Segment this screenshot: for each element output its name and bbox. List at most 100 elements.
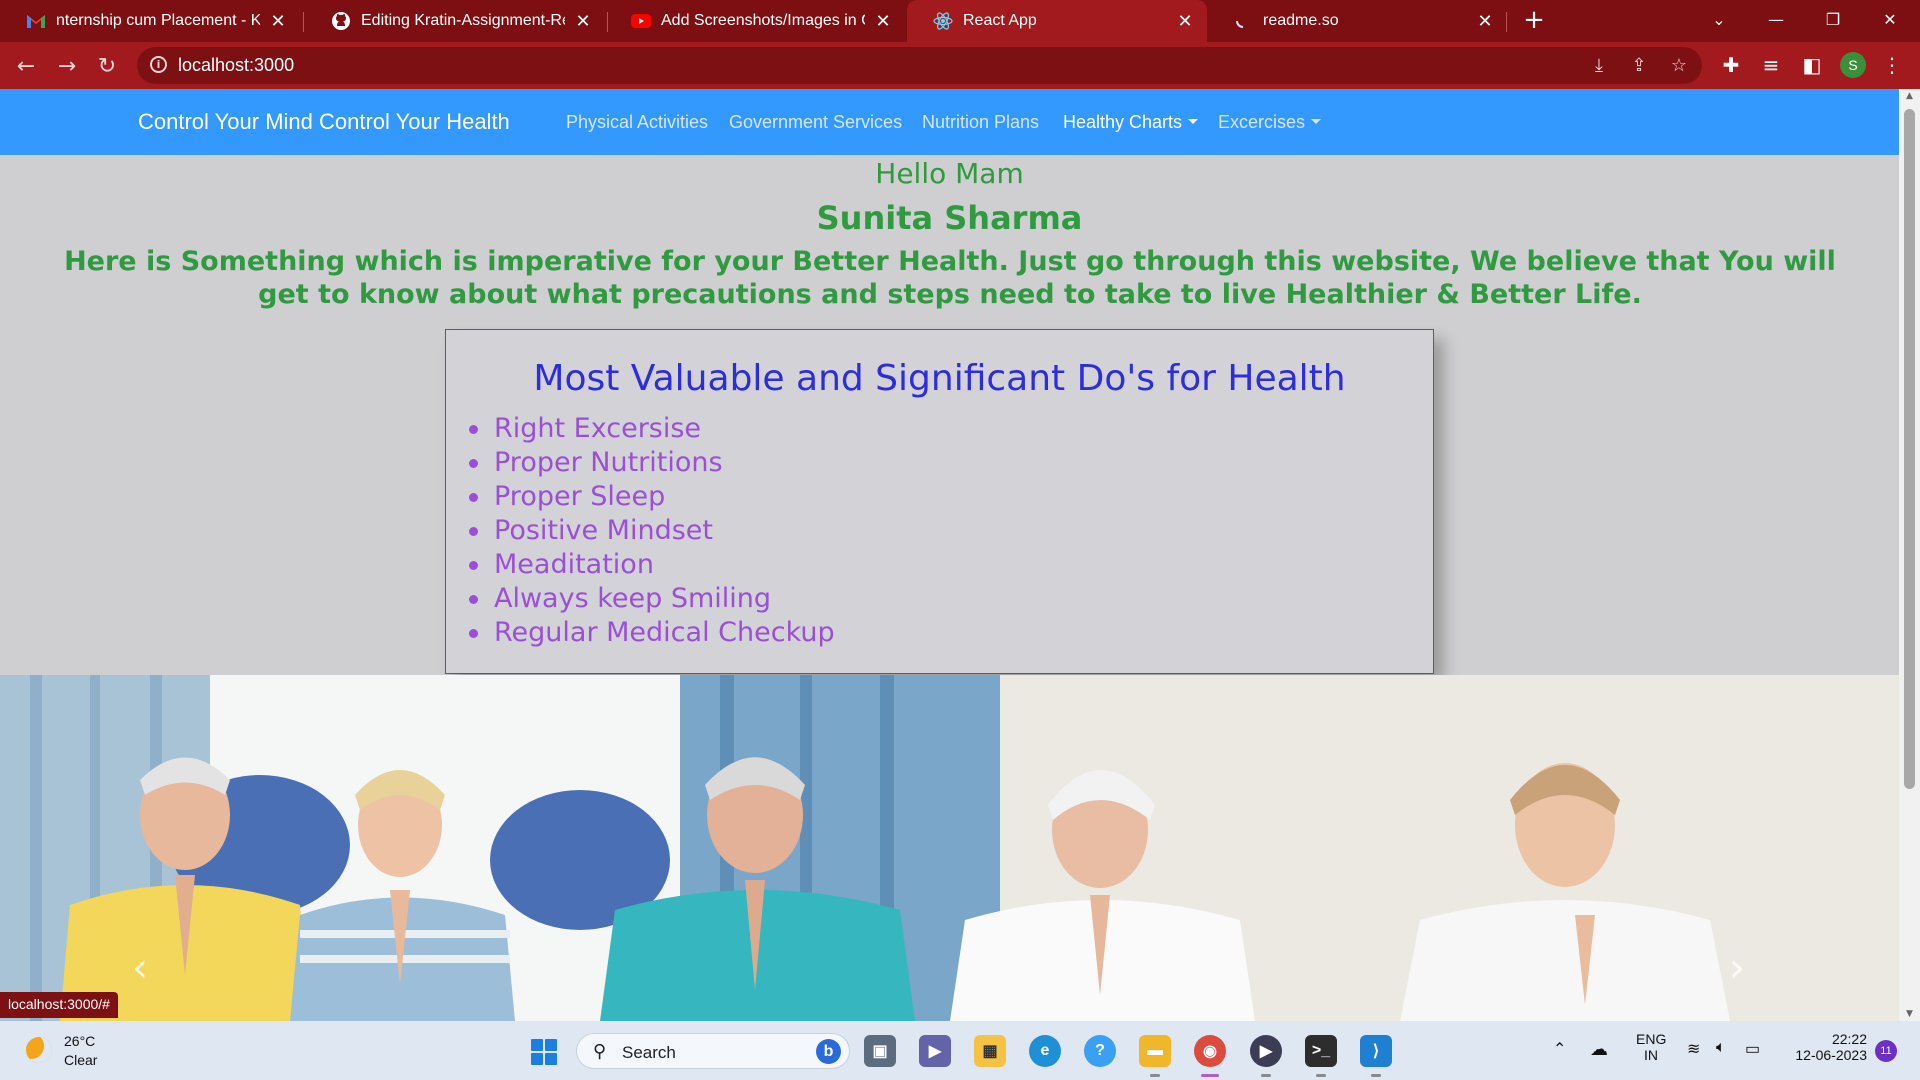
link-status-bubble: localhost:3000/# bbox=[0, 992, 118, 1018]
clock-date: 12-06-2023 bbox=[1795, 1047, 1867, 1063]
forward-icon[interactable]: → bbox=[51, 50, 83, 82]
chevron-up-icon[interactable]: ⌃ bbox=[1553, 1039, 1566, 1080]
nav-excercises-dropdown[interactable]: Excercises bbox=[1218, 112, 1322, 133]
menu-kebab-icon[interactable]: ⋮ bbox=[1877, 50, 1907, 80]
greeting-name: Sunita Sharma bbox=[816, 199, 1083, 237]
tab-react-app[interactable]: React App ✕ bbox=[907, 0, 1207, 42]
list-item: Right Excersise bbox=[466, 412, 835, 446]
windows-start-icon[interactable] bbox=[531, 1039, 557, 1065]
list-item-text: Proper Sleep bbox=[494, 481, 666, 512]
search-icon: ⚲ bbox=[593, 1041, 607, 1061]
tab-youtube[interactable]: Add Screenshots/Images in Githu ✕ bbox=[605, 0, 905, 42]
youtube-icon bbox=[631, 11, 651, 31]
close-icon[interactable]: ✕ bbox=[1175, 11, 1195, 32]
language-code: ENG bbox=[1636, 1031, 1667, 1047]
close-icon[interactable]: ✕ bbox=[1475, 11, 1495, 32]
tab-divider bbox=[303, 12, 304, 32]
scrollbar-thumb[interactable] bbox=[1904, 109, 1915, 789]
gmail-icon bbox=[26, 11, 46, 31]
bing-icon[interactable]: b bbox=[816, 1039, 841, 1064]
file-explorer-icon[interactable]: ▬ bbox=[1139, 1035, 1171, 1067]
microsoft-store-icon[interactable]: ▦ bbox=[974, 1035, 1006, 1067]
bullet-icon bbox=[469, 629, 478, 638]
bookmark-star-icon[interactable]: ☆ bbox=[1667, 54, 1691, 78]
bullet-icon bbox=[469, 527, 478, 536]
moon-weather-icon[interactable] bbox=[26, 1037, 52, 1063]
nav-nutrition-plans[interactable]: Nutrition Plans bbox=[922, 112, 1039, 133]
install-app-icon[interactable]: ⤓ bbox=[1587, 54, 1611, 78]
vscode-icon[interactable]: ⟩ bbox=[1360, 1035, 1392, 1067]
media-control-icon[interactable]: ≡ bbox=[1756, 50, 1786, 80]
battery-icon[interactable]: ▭ bbox=[1745, 1039, 1760, 1080]
tab-github[interactable]: Editing Kratin-Assignment-Repo/ ✕ bbox=[305, 0, 605, 42]
browser-toolbar: ← → ↻ i localhost:3000 ⤓ ⇪ ☆ bbox=[0, 42, 1920, 89]
window-close-icon[interactable]: ✕ bbox=[1862, 0, 1918, 38]
page-scrollbar[interactable]: ▲ ▼ bbox=[1899, 89, 1920, 1021]
nav-healthy-charts-dropdown[interactable]: Healthy Charts bbox=[1063, 112, 1199, 133]
list-item-text: Meaditation bbox=[494, 549, 654, 580]
weather-condition[interactable]: Clear bbox=[64, 1052, 97, 1068]
loading-icon bbox=[1233, 11, 1253, 31]
tab-title: nternship cum Placement - Kratin bbox=[56, 12, 260, 29]
tab-readme[interactable]: readme.so ✕ bbox=[1207, 0, 1507, 42]
close-icon[interactable]: ✕ bbox=[573, 11, 593, 32]
running-indicator bbox=[1150, 1074, 1160, 1077]
list-item: Positive Mindset bbox=[466, 514, 835, 548]
list-item: Proper Sleep bbox=[466, 480, 835, 514]
tab-title: Add Screenshots/Images in Githu bbox=[661, 12, 865, 29]
bullet-icon bbox=[469, 561, 478, 570]
site-info-icon[interactable]: i bbox=[150, 56, 167, 73]
bullet-icon bbox=[469, 459, 478, 468]
tab-gmail[interactable]: nternship cum Placement - Kratin ✕ bbox=[0, 0, 300, 42]
site-brand[interactable]: Control Your Mind Control Your Health bbox=[138, 109, 510, 135]
minimize-icon[interactable]: — bbox=[1748, 0, 1804, 38]
side-panel-icon[interactable]: ◧ bbox=[1797, 50, 1827, 80]
edge-icon[interactable]: e bbox=[1029, 1035, 1061, 1067]
task-view-icon[interactable]: ▣ bbox=[864, 1035, 896, 1067]
address-bar[interactable]: i localhost:3000 ⤓ ⇪ ☆ bbox=[137, 47, 1702, 84]
scroll-up-icon[interactable]: ▲ bbox=[1899, 91, 1920, 101]
dos-list: Right Excersise Proper Nutritions Proper… bbox=[466, 412, 835, 650]
notification-badge[interactable]: 11 bbox=[1875, 1040, 1897, 1062]
tab-strip: nternship cum Placement - Kratin ✕ Editi… bbox=[0, 0, 1920, 42]
tab-title: React App bbox=[963, 12, 1037, 29]
language-indicator[interactable]: ENG IN bbox=[1636, 1031, 1666, 1080]
restore-icon[interactable]: ❐ bbox=[1805, 0, 1861, 38]
terminal-icon[interactable]: >_ bbox=[1305, 1035, 1337, 1067]
volume-icon[interactable]: 🔈︎ bbox=[1716, 1039, 1726, 1080]
carousel-next-button[interactable]: › bbox=[1717, 945, 1757, 1005]
wifi-icon[interactable]: ≋ bbox=[1687, 1039, 1700, 1080]
region-code: IN bbox=[1644, 1047, 1658, 1063]
taskbar-search[interactable]: ⚲ Search b bbox=[576, 1033, 850, 1069]
share-icon[interactable]: ⇪ bbox=[1627, 54, 1651, 78]
media-player-icon[interactable]: ▶ bbox=[1250, 1035, 1282, 1067]
get-help-icon[interactable]: ? bbox=[1084, 1035, 1116, 1067]
reload-icon[interactable]: ↻ bbox=[91, 50, 123, 82]
search-label: Search bbox=[622, 1043, 676, 1062]
weather-temperature[interactable]: 26°C bbox=[64, 1033, 95, 1049]
carousel-prev-button[interactable]: ‹ bbox=[120, 945, 160, 1005]
scroll-down-icon[interactable]: ▼ bbox=[1899, 1009, 1920, 1019]
close-icon[interactable]: ✕ bbox=[873, 11, 893, 32]
clock[interactable]: 22:22 12-06-2023 bbox=[1785, 1031, 1867, 1080]
nav-government-services[interactable]: Government Services bbox=[729, 112, 902, 133]
caret-down-icon bbox=[1188, 119, 1199, 124]
chrome-icon[interactable]: ◉ bbox=[1194, 1035, 1226, 1067]
teams-chat-icon[interactable]: ▶ bbox=[919, 1035, 951, 1067]
url-text[interactable]: localhost:3000 bbox=[178, 55, 294, 76]
page-viewport: Control Your Mind Control Your Health Ph… bbox=[0, 89, 1899, 1021]
close-icon[interactable]: ✕ bbox=[268, 11, 288, 32]
onedrive-icon[interactable]: ☁ bbox=[1590, 1039, 1608, 1080]
tab-title: readme.so bbox=[1263, 12, 1339, 29]
profile-avatar[interactable]: S bbox=[1840, 52, 1866, 78]
nav-physical-activities[interactable]: Physical Activities bbox=[566, 112, 708, 133]
tab-search-icon[interactable]: ⌄ bbox=[1691, 0, 1747, 38]
extensions-icon[interactable]: ✚ bbox=[1716, 50, 1746, 80]
list-item-text: Positive Mindset bbox=[494, 515, 713, 546]
tab-title: Editing Kratin-Assignment-Repo/ bbox=[361, 12, 565, 29]
new-tab-button[interactable]: + bbox=[1519, 6, 1549, 36]
running-indicator bbox=[1261, 1074, 1271, 1077]
list-item: Meaditation bbox=[466, 548, 835, 582]
back-icon[interactable]: ← bbox=[10, 50, 42, 82]
list-item-text: Regular Medical Checkup bbox=[494, 617, 835, 648]
